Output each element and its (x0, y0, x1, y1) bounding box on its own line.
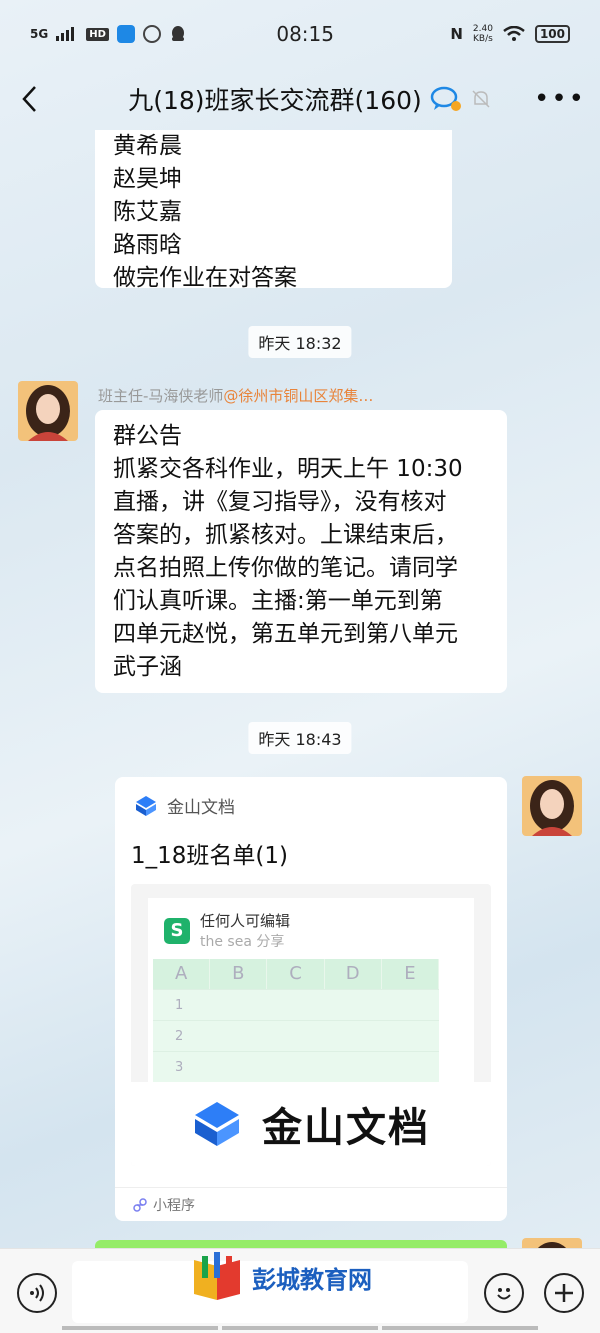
message-line: 群公告 (113, 423, 182, 449)
voice-input-button[interactable] (17, 1273, 57, 1313)
status-left: 5G HD (30, 25, 230, 43)
site-watermark: 彭城教育网 (190, 1252, 372, 1302)
back-button[interactable] (0, 69, 60, 129)
message-timestamp: 昨天 18:32 (248, 326, 352, 358)
mini-program-card[interactable]: 金山文档 1_18班名单(1) S 任何人可编辑 the sea 分享 A B … (115, 777, 507, 1221)
chat-bubble-icon (430, 86, 461, 111)
spreadsheet-thumbnail: A B C D E 1 2 3 (153, 959, 440, 1089)
gesture-bar (60, 1326, 540, 1330)
outgoing-message-bubble[interactable] (95, 1240, 507, 1248)
voice-icon (30, 1284, 44, 1302)
column-header: A (153, 959, 211, 989)
more-options-button[interactable]: ••• (520, 84, 600, 114)
net-speed-unit: KB/s (473, 34, 493, 44)
announcement-bubble[interactable]: 群公告 抓紧交各科作业，明天上午 10:30 直播，讲《复习指导》，没有核对 答… (95, 410, 507, 693)
message-line: 路雨晗 (113, 232, 182, 258)
hd-badge: HD (86, 27, 109, 41)
wifi-icon (503, 26, 525, 41)
message-bubble[interactable]: 黄希晨 赵昊坤 陈艾嘉 路雨晗 做完作业在对答案 (95, 130, 452, 291)
message-line: 四单元赵悦，第五单元到第八单元 (113, 621, 458, 647)
emoji-button[interactable] (484, 1273, 524, 1313)
avatar[interactable] (522, 776, 582, 836)
group-name: 九(18)班家长交流群(160) (128, 86, 422, 115)
brand-banner: 金山文档 (131, 1082, 491, 1166)
message-line: 黄希晨 (113, 133, 182, 159)
nfc-icon: N (450, 25, 463, 43)
chevron-left-icon (22, 86, 36, 112)
plus-icon (555, 1284, 573, 1302)
book-logo-icon (194, 1252, 240, 1300)
chat-title[interactable]: 九(18)班家长交流群(160) (100, 81, 520, 117)
column-header: B (210, 959, 268, 989)
signal-indicator: 5G (30, 27, 49, 41)
message-line: 做完作业在对答案 (113, 265, 297, 291)
smiley-icon (497, 1288, 511, 1300)
spreadsheet-icon: S (164, 917, 190, 944)
signal-bars-icon (56, 27, 75, 41)
message-line: 武子涵 (113, 654, 182, 680)
column-header: D (325, 959, 382, 989)
app-notification-icon (116, 25, 135, 43)
kingsoft-docs-logo-icon (195, 1102, 239, 1146)
preview-subtitle: the sea 分享 (200, 934, 285, 950)
card-footer: 小程序 (115, 1187, 507, 1221)
avatar[interactable] (18, 381, 78, 441)
message-line: 们认真听课。主播:第一单元到第 (113, 588, 443, 614)
card-app-name: 金山文档 (167, 798, 235, 818)
watermark-text: 彭城教育网 (252, 1265, 372, 1294)
card-header: 金山文档 (135, 793, 491, 818)
chat-area[interactable]: 黄希晨 赵昊坤 陈艾嘉 路雨晗 做完作业在对答案 昨天 18:32 班主任-马海… (0, 130, 600, 1248)
sender-name-row: 班主任-马海侠老师@徐州市铜山区郑集… (98, 385, 373, 406)
message-timestamp: 昨天 18:43 (248, 722, 352, 754)
qq-icon (171, 26, 184, 41)
more-actions-button[interactable] (544, 1273, 584, 1313)
preview-title: 任何人可编辑 (200, 912, 291, 930)
teacher-avatar-image (522, 776, 582, 836)
sheet-column-headers: A B C D E (153, 959, 440, 989)
message-line: 直播，讲《复习指导》，没有核对 (113, 489, 447, 515)
teacher-avatar-image (522, 1238, 582, 1248)
card-title: 1_18班名单(1) (131, 843, 288, 869)
status-time: 08:15 (276, 22, 334, 46)
message-line: 陈艾嘉 (113, 199, 182, 225)
mute-bell-icon (472, 90, 490, 108)
avatar[interactable] (522, 1238, 582, 1248)
net-speed: 2.40 KB/s (473, 24, 493, 44)
sheet-row: 3 (153, 1051, 439, 1082)
message-line: 赵昊坤 (113, 166, 182, 192)
sync-icon (142, 25, 161, 43)
brand-name: 金山文档 (262, 1105, 430, 1151)
kingsoft-docs-icon (136, 795, 156, 816)
status-bar: 5G HD 08:15 N 2.40 KB/s 100 (0, 0, 600, 68)
battery-indicator: 100 (534, 25, 570, 43)
chat-header: 九(18)班家长交流群(160) ••• (0, 68, 600, 130)
sender-org: @徐州市铜山区郑集… (223, 387, 374, 405)
mini-program-icon (133, 1197, 147, 1212)
sheet-row: 2 (153, 1020, 439, 1051)
document-preview[interactable]: S 任何人可编辑 the sea 分享 A B C D E 1 2 3 金山文档 (131, 884, 491, 1166)
mini-program-label: 小程序 (153, 1197, 195, 1214)
preview-header: S 任何人可编辑 the sea 分享 (148, 898, 474, 963)
column-header: E (382, 959, 440, 989)
teacher-avatar-image (18, 381, 78, 441)
sender-name: 班主任-马海侠老师 (98, 387, 224, 405)
message-line: 抓紧交各科作业，明天上午 10:30 (113, 456, 463, 482)
status-right: N 2.40 KB/s 100 (450, 24, 570, 44)
column-header: C (267, 959, 325, 989)
message-line: 点名拍照上传你做的笔记。请同学 (113, 555, 458, 581)
net-speed-value: 2.40 (472, 24, 493, 34)
message-line: 答案的，抓紧核对。上课结束后， (113, 522, 458, 548)
sheet-row: 1 (153, 989, 439, 1020)
